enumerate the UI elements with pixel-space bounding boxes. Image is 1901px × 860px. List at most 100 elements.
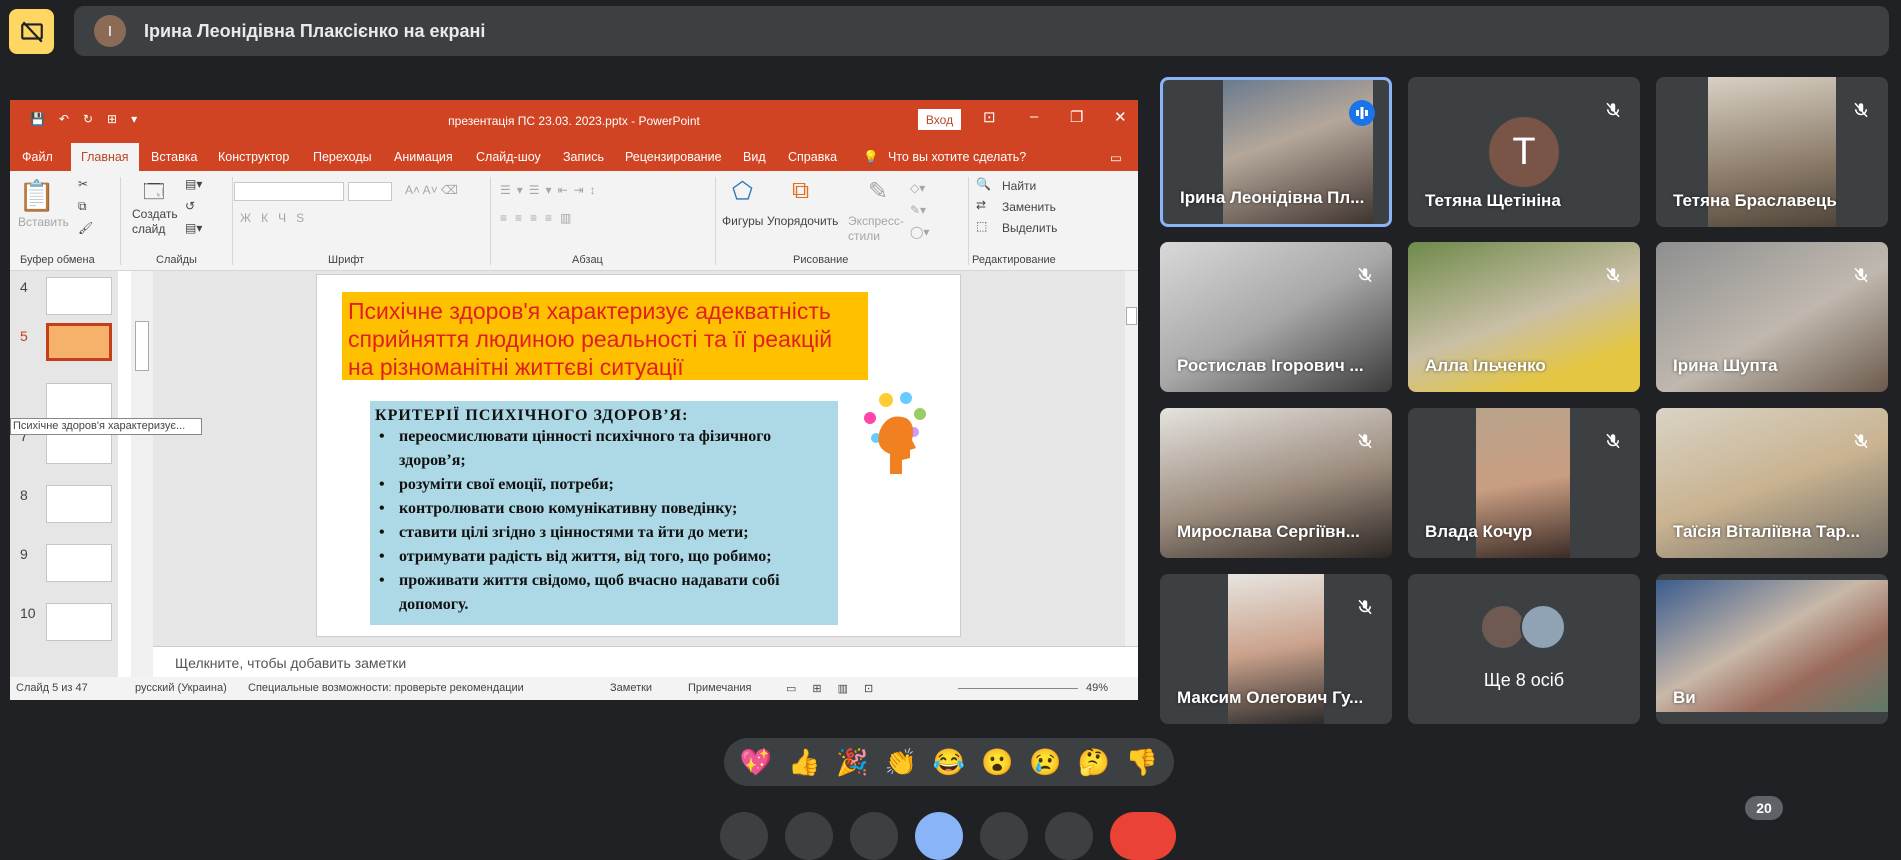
format-painter-icon[interactable]: 🖌 (78, 221, 93, 235)
font-name-input[interactable] (234, 182, 344, 201)
notes-field[interactable]: Щелкните, чтобы добавить заметки (153, 646, 1138, 677)
participant-tile[interactable]: Мирослава Сергіївн... (1160, 408, 1392, 558)
participant-tile[interactable]: Максим Олегович Гу... (1160, 574, 1392, 724)
select-button[interactable]: Выделить (1002, 221, 1057, 235)
slide-thumbnail[interactable] (46, 383, 112, 421)
canvas-scrollbar[interactable] (1125, 271, 1138, 646)
shape-format-icons[interactable]: ◇▾ ✎▾ ◯▾ (910, 177, 929, 243)
paste-button[interactable]: Вставить (18, 215, 69, 229)
mic-button[interactable] (720, 812, 768, 860)
shapes-icon[interactable]: ⬠ (732, 177, 753, 206)
group-editing: Редактирование (972, 254, 1056, 266)
participant-name: Ірина Леонідівна Пл... (1180, 188, 1365, 207)
tab-animations[interactable]: Анимация (394, 150, 453, 164)
maximize-icon[interactable]: ❐ (1070, 108, 1083, 126)
font-size-input[interactable] (348, 182, 392, 201)
ribbon-display-icon[interactable]: ⊡ (983, 108, 996, 126)
participant-count-badge[interactable]: 20 (1745, 796, 1783, 820)
others-tile[interactable]: Ще 8 осіб (1408, 574, 1640, 724)
zoom-level[interactable]: 49% (1086, 682, 1108, 694)
arrange-icon[interactable]: ⧉ (792, 177, 809, 205)
tab-transitions[interactable]: Переходы (313, 150, 372, 164)
section-icon[interactable]: ▤▾ (185, 221, 202, 235)
tab-help[interactable]: Справка (788, 150, 837, 164)
avatar (1520, 604, 1566, 650)
reaction-thumbs-up[interactable]: 👍 (788, 747, 820, 778)
new-slide-button[interactable]: Создать слайд (132, 207, 187, 237)
reaction-thumbs-down[interactable]: 👎 (1126, 747, 1158, 778)
tab-home[interactable]: Главная (71, 143, 139, 171)
reaction-laugh[interactable]: 😂 (933, 747, 965, 778)
copy-icon[interactable]: ⧉ (78, 199, 87, 214)
tab-file[interactable]: Файл (22, 150, 53, 164)
comments-icon[interactable]: ▭ (1110, 150, 1122, 165)
shapes-button[interactable]: Фигуры (722, 214, 763, 228)
mic-off-icon (1848, 262, 1874, 288)
participant-name: Ірина Шупта (1673, 356, 1778, 375)
tab-insert[interactable]: Вставка (151, 150, 197, 164)
reaction-sad[interactable]: 😢 (1029, 747, 1061, 778)
express-styles-icon[interactable]: ✎ (868, 177, 888, 206)
zoom-slider[interactable] (958, 688, 1078, 689)
reset-icon[interactable]: ↺ (185, 199, 195, 213)
self-tile[interactable]: Ви (1656, 574, 1888, 724)
tab-review[interactable]: Рецензирование (625, 150, 722, 164)
new-slide-icon[interactable]: 🗔 (143, 177, 165, 211)
hand-button[interactable] (850, 812, 898, 860)
font-grow-icon[interactable]: A˄ A˅ ⌫ (405, 183, 458, 197)
language[interactable]: русский (Украина) (135, 682, 227, 694)
participant-tile[interactable]: Ірина Леонідівна Пл... (1160, 77, 1392, 227)
slide-thumbnail[interactable] (46, 485, 112, 523)
cut-icon[interactable]: ✂ (78, 177, 88, 191)
font-format-icons[interactable]: ЖКЧS (240, 211, 314, 225)
participant-tile[interactable]: Влада Кочур (1408, 408, 1640, 558)
mic-off-icon (1600, 97, 1626, 123)
minimize-icon[interactable]: – (1030, 108, 1038, 125)
tab-record[interactable]: Запись (563, 150, 604, 164)
participant-tile[interactable]: Ростислав Ігорович ... (1160, 242, 1392, 392)
slide-thumbnail[interactable] (46, 544, 112, 582)
tab-design[interactable]: Конструктор (218, 150, 289, 164)
select-icon: ⬚ (976, 219, 988, 233)
accessibility-status[interactable]: Специальные возможности: проверьте реком… (248, 682, 524, 694)
mic-off-icon (1600, 262, 1626, 288)
tell-me-input[interactable]: Что вы хотите сделать? (888, 150, 1026, 164)
slide-thumbnail[interactable] (46, 277, 112, 315)
participant-tile[interactable]: Ірина Шупта (1656, 242, 1888, 392)
tab-slideshow[interactable]: Слайд-шоу (476, 150, 541, 164)
express-styles-button[interactable]: Экспресс-стили (848, 214, 908, 244)
close-icon[interactable]: ✕ (1114, 108, 1127, 126)
leave-call-button[interactable] (1110, 812, 1176, 860)
reactions-button[interactable] (980, 812, 1028, 860)
find-button[interactable]: Найти (1002, 179, 1036, 193)
reaction-clap[interactable]: 👏 (885, 747, 917, 778)
slide-thumbnail-selected[interactable] (46, 323, 112, 361)
thumbnail-tooltip: Психічне здоров'я характеризує... (10, 418, 202, 435)
thumbnail-scrollbar[interactable] (131, 271, 153, 677)
participant-tile[interactable]: Тетяна Браславець (1656, 77, 1888, 227)
view-buttons[interactable]: ▭⊞▥⊡ (786, 682, 889, 695)
slide-thumbnail[interactable] (46, 603, 112, 641)
participant-tile[interactable]: Алла Ільченко (1408, 242, 1640, 392)
tab-view[interactable]: Вид (743, 150, 766, 164)
participant-tile[interactable]: Таїсія Віталіївна Тар... (1656, 408, 1888, 558)
present-button[interactable] (915, 812, 963, 860)
ribbon: 📋 Вставить ✂ ⧉ 🖌 🗔 Создать слайд ▤▾ ↺ ▤▾… (10, 171, 1138, 271)
reaction-surprised[interactable]: 😮 (981, 747, 1013, 778)
reaction-thinking[interactable]: 🤔 (1077, 747, 1109, 778)
paste-icon[interactable]: 📋 (18, 179, 55, 214)
reaction-party[interactable]: 🎉 (836, 747, 868, 778)
reaction-sparkling-heart[interactable]: 💖 (740, 747, 772, 778)
align-icons[interactable]: ≡≡≡≡▥ (500, 211, 579, 225)
captions-button[interactable] (1045, 812, 1093, 860)
list-icons[interactable]: ☰▾☰▾⇤⇥↕ (500, 183, 602, 197)
comments-button[interactable]: Примечания (688, 682, 752, 694)
participant-tile[interactable]: T Тетяна Щетініна (1408, 77, 1640, 227)
login-button[interactable]: Вход (918, 109, 961, 130)
stop-presenting-button[interactable] (9, 9, 54, 54)
replace-button[interactable]: Заменить (1002, 200, 1056, 214)
layout-icon[interactable]: ▤▾ (185, 177, 202, 191)
camera-button[interactable] (785, 812, 833, 860)
arrange-button[interactable]: Упорядочить (767, 214, 838, 228)
notes-button[interactable]: Заметки (610, 682, 652, 694)
